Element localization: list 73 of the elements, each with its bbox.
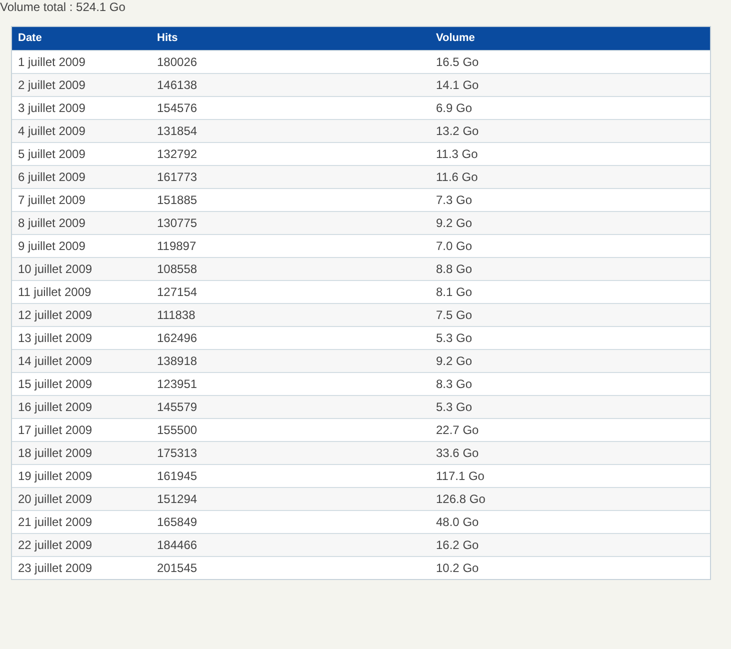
table-cell-text: 48.0 Go	[435, 514, 480, 531]
table-cell-text: 7.3 Go	[435, 192, 474, 209]
table-cell-text: 10.2 Go	[435, 560, 480, 577]
table-cell-text: 11 juillet 2009	[17, 284, 92, 301]
table-cell-text: 18 juillet 2009	[17, 445, 94, 462]
table-cell-text: 155500	[156, 422, 198, 439]
column-header: Hits	[156, 31, 179, 46]
column-header: Date	[17, 31, 43, 46]
table-cell-text: 180026	[156, 54, 198, 71]
table-cell-text: 6.9 Go	[435, 100, 474, 117]
table-cell-text: 11.3 Go	[435, 146, 479, 163]
table-cell-text: 5.3 Go	[435, 399, 474, 416]
table-cell-text: 9.2 Go	[435, 215, 474, 232]
table-cell-text: 175313	[156, 445, 198, 462]
table-cell-text: 16 juillet 2009	[17, 399, 94, 416]
table-cell-text: 3 juillet 2009	[17, 100, 86, 117]
table-cell-text: 14 juillet 2009	[17, 353, 94, 370]
table-cell-text: 145579	[156, 399, 198, 416]
table-cell-text: 184466	[156, 537, 198, 554]
table-cell-text: 8.3 Go	[435, 376, 474, 393]
column-header: Volume	[435, 31, 476, 46]
table-cell-text: 21 juillet 2009	[17, 514, 94, 531]
table-cell-text: 161773	[156, 169, 198, 186]
table-cell-text: 130775	[156, 215, 198, 232]
table-cell-text: 33.6 Go	[435, 445, 480, 462]
table-cell-text: 162496	[156, 330, 198, 347]
table-cell-text: 146138	[156, 77, 198, 94]
table-cell-text: 7.0 Go	[435, 238, 474, 255]
table-cell-text: 108558	[156, 261, 198, 278]
table-cell-text: 20 juillet 2009	[17, 491, 94, 508]
table-cell-text: 161945	[156, 468, 198, 485]
table-cell-text: 22.7 Go	[435, 422, 480, 439]
table-cell-text: 8.8 Go	[435, 261, 474, 278]
table-cell-text: 138918	[156, 353, 198, 370]
table-cell-text: 4 juillet 2009	[17, 123, 86, 140]
table-cell-text: 132792	[156, 146, 198, 163]
table-cell-text: 23 juillet 2009	[17, 560, 94, 577]
table-cell-text: 19 juillet 2009	[17, 468, 94, 485]
table-cell-text: 119897	[156, 238, 198, 255]
table-cell-text: 16.5 Go	[435, 54, 480, 71]
table-cell-text: 8 juillet 2009	[17, 215, 86, 232]
table-cell-text: 5 juillet 2009	[17, 146, 86, 163]
table-cell-text: 201545	[156, 560, 198, 577]
table-cell-text: 7 juillet 2009	[17, 192, 86, 209]
table-cell-text: 1 juillet 2009	[17, 54, 86, 71]
table-cell-text: 16.2 Go	[435, 537, 480, 554]
table-cell-text: 7.5 Go	[435, 307, 474, 324]
table-cell-text: 6 juillet 2009	[17, 169, 86, 186]
table-cell-text: 14.1 Go	[435, 77, 480, 94]
table-cell-text: 13.2 Go	[435, 123, 480, 140]
table-cell-text: 5.3 Go	[435, 330, 474, 347]
table-cell-text: 15 juillet 2009	[17, 376, 94, 393]
table-cell-text: 126.8 Go	[435, 491, 486, 508]
table-cell-text: 10 juillet 2009	[17, 261, 94, 278]
table-cell-text: 22 juillet 2009	[17, 537, 94, 554]
table-cell-text: 131854	[156, 123, 198, 140]
table-cell-text: 17 juillet 2009	[17, 422, 94, 439]
table-cell-text: 9 juillet 2009	[17, 238, 86, 255]
table-cell-text: 11.6 Go	[435, 169, 479, 186]
volume-total: Volume total : 524.1 Go	[0, 0, 126, 16]
table-cell-text: 13 juillet 2009	[17, 330, 94, 347]
table-cell-text: 2 juillet 2009	[17, 77, 86, 94]
table-cell-text: 151294	[156, 491, 198, 508]
table-cell-text: 117.1 Go	[435, 468, 486, 485]
table-cell-text: 9.2 Go	[435, 353, 474, 370]
table-cell-text: 111838	[156, 307, 196, 324]
table-cell-text: 123951	[156, 376, 198, 393]
table-cell-text: 154576	[156, 100, 198, 117]
table-cell-text: 151885	[156, 192, 198, 209]
table-cell-text: 12 juillet 2009	[17, 307, 94, 324]
table-cell-text: 8.1 Go	[435, 284, 474, 301]
table-cell-text: 127154	[156, 284, 198, 301]
table-cell-text: 165849	[156, 514, 198, 531]
